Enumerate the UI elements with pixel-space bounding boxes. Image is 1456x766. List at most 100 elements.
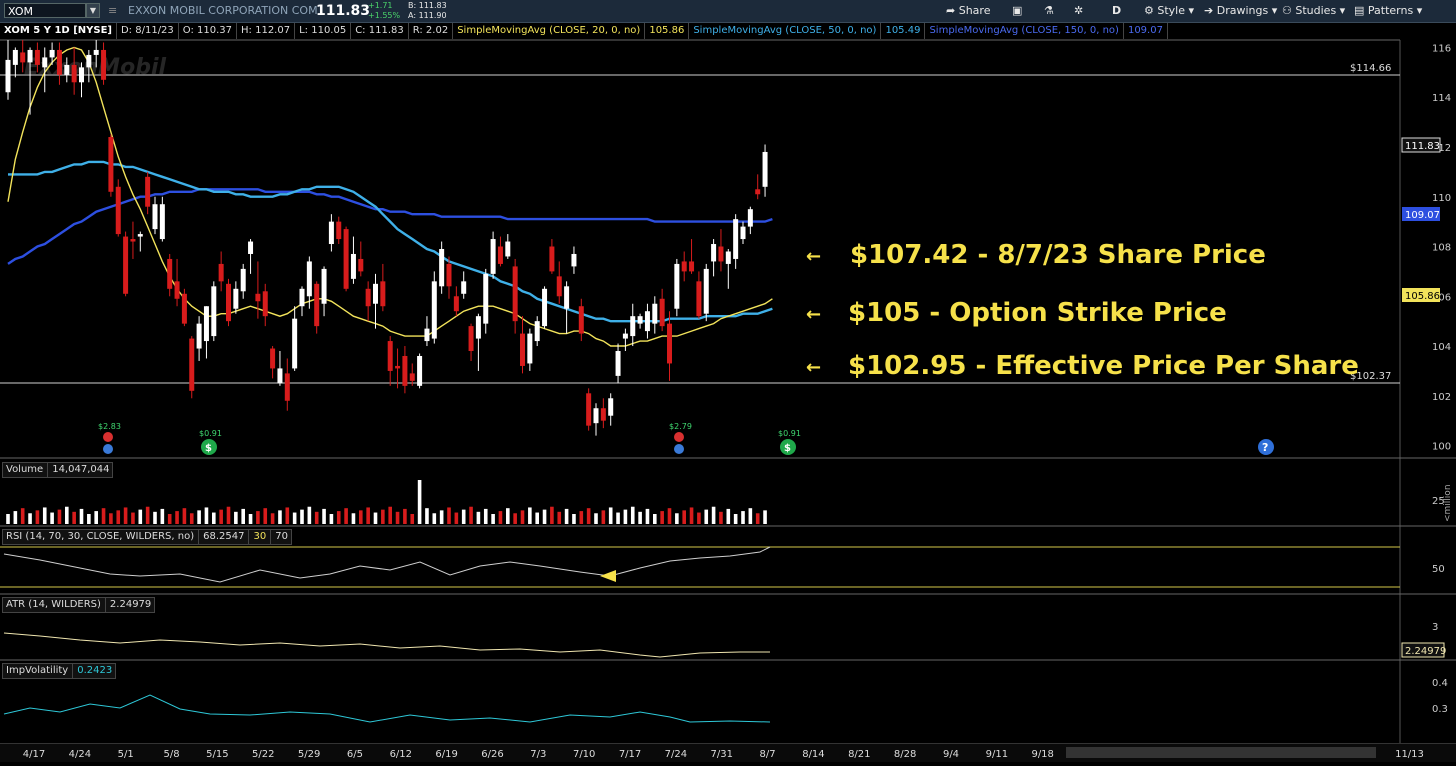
volume-bar [65, 506, 69, 524]
volume-bar [226, 506, 231, 524]
candle-body [270, 348, 276, 369]
volume-bar [476, 511, 481, 524]
event-label: $2.83 [98, 422, 121, 431]
x-axis-tick-label: 7/17 [619, 749, 641, 760]
candle-body [240, 268, 246, 292]
volume-bar [344, 508, 348, 524]
volume-bar [6, 514, 10, 524]
candle-body [12, 49, 18, 65]
volume-bar [410, 514, 415, 524]
candle-body [336, 221, 342, 240]
volume-bar [542, 509, 547, 524]
candle-body [689, 261, 695, 272]
volume-bar [557, 511, 562, 524]
volume-bar [630, 506, 635, 524]
candle-body [101, 49, 107, 80]
price-tick-label: 110 [1432, 193, 1451, 204]
atr-line[interactable] [3, 632, 770, 658]
candle-body [659, 298, 665, 327]
volume-bar [653, 514, 657, 524]
volume-bar [682, 510, 686, 524]
volume-bar [564, 508, 569, 524]
volume-bar [469, 506, 473, 524]
iv-line[interactable] [3, 694, 771, 723]
candle-body [461, 281, 467, 294]
event-earnings-2[interactable]: $2.79 [669, 422, 692, 454]
sma20-line[interactable] [7, 46, 773, 347]
candle-body [34, 49, 40, 65]
sma50-line[interactable] [8, 160, 773, 323]
x-axis-tick-label: 6/5 [347, 749, 363, 760]
candle-body [284, 373, 290, 401]
volume-bar [491, 514, 495, 524]
volume-bar [689, 507, 694, 524]
volume-bar [336, 511, 341, 524]
candle-body [615, 351, 621, 376]
x-axis-tick-label: 8/21 [848, 749, 870, 760]
event-label: $0.91 [778, 429, 801, 438]
rsi-line[interactable] [3, 546, 771, 583]
volume-value: 14,047,044 [47, 463, 109, 477]
volume-bar [20, 508, 25, 524]
rsi-label[interactable]: RSI (14, 70, 30, CLOSE, WILDERS, no) 68.2… [2, 529, 292, 545]
candle-body [64, 64, 70, 75]
iv-label[interactable]: ImpVolatility 0.2423 [2, 663, 117, 679]
atr-label[interactable]: ATR (14, WILDERS) 2.24979 [2, 597, 156, 613]
event-dividend-2[interactable]: $0.91 $ [778, 429, 801, 455]
candle-body [42, 57, 48, 68]
annotation-arrow-icon: ← [806, 304, 822, 325]
candle-body [475, 316, 481, 339]
candle-body [644, 311, 650, 332]
x-axis[interactable]: 4/17 4/24 5/1 5/8 5/15 5/22 5/29 6/5 6/12 6/19 6/2… [0, 743, 1456, 762]
horizontal-scrollbar[interactable] [1066, 747, 1376, 758]
candle-body [218, 263, 224, 282]
volume-bar [329, 514, 334, 524]
volume-bar [461, 509, 466, 524]
volume-bar [28, 513, 32, 524]
candle-body [350, 253, 356, 279]
volume-bar [234, 511, 238, 524]
iv-tick-2: 0.3 [1432, 704, 1448, 715]
candle-body [115, 186, 121, 235]
x-axis-tick-label: 5/22 [252, 749, 274, 760]
help-button[interactable]: ? [1258, 439, 1274, 455]
candle-body [365, 288, 371, 307]
candle-body [71, 64, 77, 83]
candle-body [56, 49, 62, 75]
volume-bar [204, 507, 209, 524]
volume-bar [153, 511, 157, 524]
candle-body [762, 151, 768, 187]
volume-label[interactable]: Volume 14,047,044 [2, 462, 114, 478]
candle-body [696, 281, 702, 317]
candle-body [711, 244, 717, 262]
candle-body [196, 323, 202, 349]
candle-body [159, 204, 165, 240]
dividend-icon-glyph: $ [205, 443, 212, 454]
volume-bar [278, 510, 282, 524]
candle-body [468, 326, 474, 352]
volume-bar [248, 514, 253, 524]
price-tick-label: 108 [1432, 243, 1451, 254]
candle-body [733, 219, 739, 259]
volume-bar [719, 511, 723, 524]
volume-bar [483, 508, 488, 524]
candle-body [417, 355, 423, 386]
candle-body [549, 246, 555, 272]
candle-body [703, 268, 709, 314]
sma20-tag-text: 105.86 [1405, 291, 1440, 302]
candle-body [505, 241, 511, 257]
sma150-line[interactable] [7, 188, 773, 265]
annotation-arrow-icon: ← [806, 357, 822, 378]
sma150-tag-text: 109.07 [1405, 210, 1440, 221]
volume-bar [307, 506, 312, 524]
volume-bar [733, 514, 738, 524]
event-earnings-1[interactable]: $2.83 [98, 422, 121, 454]
rsi-arrow-icon [600, 570, 616, 582]
event-dividend-1[interactable]: $0.91 $ [199, 429, 222, 455]
candle-body [123, 236, 129, 294]
volume-bar [594, 513, 598, 524]
volume-bar [675, 513, 679, 524]
volume-bar [116, 510, 121, 524]
earnings-icon [103, 432, 113, 442]
candle-body [490, 239, 496, 274]
